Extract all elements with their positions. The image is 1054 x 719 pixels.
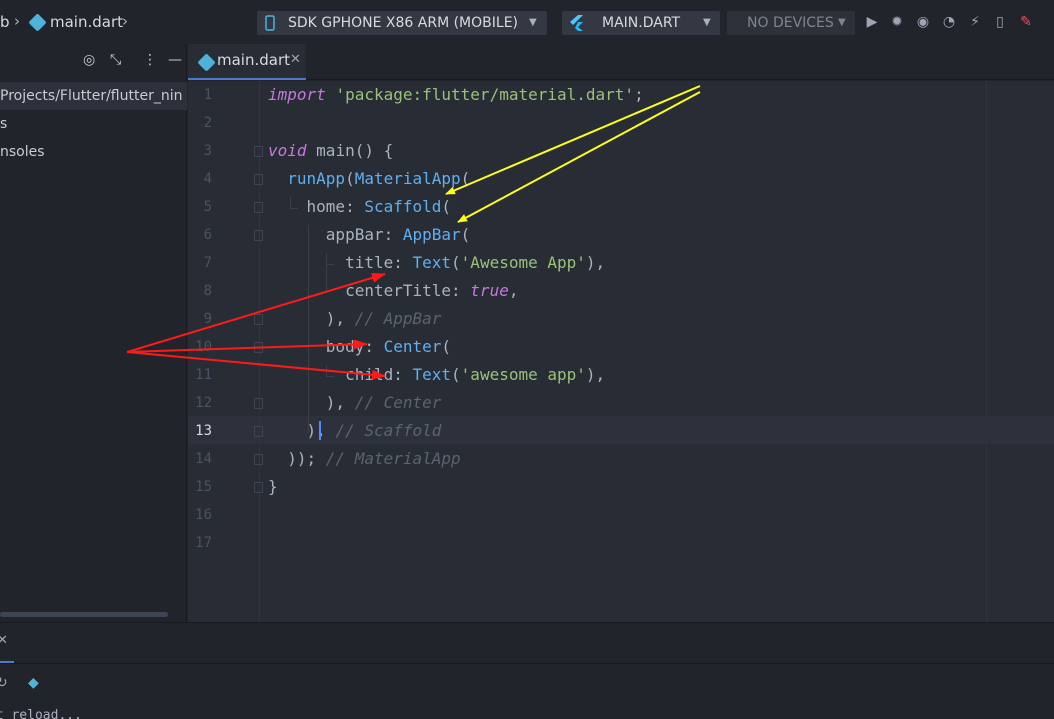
code-line-5: home: Scaffold( (306, 197, 452, 216)
rerun-icon[interactable]: ↻ (0, 675, 8, 691)
performance-icon[interactable]: ◔ (940, 13, 958, 31)
dart-file-icon (28, 13, 47, 32)
close-icon[interactable]: ✕ (290, 52, 301, 67)
devices-selector[interactable]: NO DEVICES ▼ (727, 11, 855, 35)
line-number: 12 (195, 395, 212, 411)
dart-devtools-icon[interactable]: ◆ (28, 675, 39, 691)
line-number: 17 (195, 535, 212, 551)
code-line-10: body: Center( (325, 337, 452, 356)
line-number: 9 (203, 311, 212, 327)
fold-marker-icon[interactable] (254, 454, 263, 465)
run-config-label: MAIN.DART (602, 15, 681, 31)
line-number: 11 (195, 367, 212, 383)
line-number: 8 (203, 283, 212, 299)
device-icon[interactable]: ▯ (991, 13, 1009, 31)
line-number: 5 (203, 199, 212, 215)
code-line-4: runApp(MaterialApp( (287, 169, 471, 188)
tree-item-label: nsoles (0, 144, 45, 160)
fold-marker-icon[interactable] (254, 482, 263, 493)
dart-file-icon (197, 53, 216, 72)
text-caret (319, 421, 321, 440)
minimize-icon[interactable]: — (168, 52, 182, 68)
project-panel-header: ◎ ⤡ ⋮ — (0, 44, 187, 80)
fold-marker-icon[interactable] (254, 342, 263, 353)
devices-label: NO DEVICES (747, 15, 834, 31)
run-panel-divider (0, 663, 1054, 664)
fold-marker-icon[interactable] (254, 398, 263, 409)
fold-marker-icon[interactable] (254, 314, 263, 325)
navigation-bar: b › main.dart › SDK GPHONE X86 ARM (MOBI… (0, 0, 1054, 44)
tree-item-project-path[interactable]: Projects/Flutter/flutter_nin (0, 82, 187, 110)
line-number: 4 (203, 171, 212, 187)
tree-item-libraries[interactable]: s (0, 110, 187, 138)
flutter-icon (570, 15, 583, 31)
code-line-15: } (268, 477, 278, 496)
editor-tab-bar: main.dart ✕ (188, 44, 1054, 80)
chevron-down-icon: ▼ (703, 17, 711, 28)
fold-marker-icon[interactable] (254, 146, 263, 157)
tree-item-label: s (0, 116, 8, 132)
code-line-11: child: Text('awesome app'), (345, 365, 606, 384)
line-number: 2 (203, 115, 212, 131)
line-number: 1 (203, 87, 212, 103)
code-line-14: )); // MaterialApp (287, 449, 461, 468)
run-panel: ✕ ↻ ◆ ot reload... (0, 622, 1054, 719)
close-icon[interactable]: ✕ (0, 633, 8, 648)
project-panel: ◎ ⤡ ⋮ — Projects/Flutter/flutter_nin s n… (0, 44, 187, 622)
line-number: 7 (203, 255, 212, 271)
fold-marker-icon[interactable] (254, 230, 263, 241)
code-line-13: ), // Scaffold (306, 421, 442, 440)
line-number: 3 (203, 143, 212, 159)
hot-reload-icon[interactable]: ⚡ (966, 13, 984, 31)
fold-marker-icon[interactable] (254, 426, 263, 437)
more-options-icon[interactable]: ⋮ (143, 52, 157, 68)
line-number: 10 (195, 339, 212, 355)
debug-icon[interactable]: ✹ (888, 13, 906, 31)
phone-icon (265, 15, 275, 31)
line-number: 15 (195, 479, 212, 495)
code-line-3: void main() { (268, 141, 394, 160)
line-number: 16 (195, 507, 212, 523)
profile-icon[interactable]: ◉ (914, 13, 932, 31)
chevron-down-icon: ▼ (838, 17, 846, 28)
fold-marker-icon[interactable] (254, 202, 263, 213)
breadcrumb-file[interactable]: main.dart (50, 13, 123, 31)
breadcrumb-separator-icon: › (122, 12, 128, 30)
chevron-down-icon: ▼ (529, 17, 537, 28)
line-number-current: 13 (195, 423, 212, 439)
line-number: 14 (195, 451, 212, 467)
device-selector[interactable]: SDK GPHONE X86 ARM (MOBILE) ▼ (257, 11, 547, 35)
run-tab[interactable]: ✕ (0, 623, 14, 663)
fold-marker-icon[interactable] (254, 174, 263, 185)
code-line-7: title: Text('Awesome App'), (345, 253, 606, 272)
console-output: ot reload... (0, 708, 82, 719)
code-line-6: appBar: AppBar( (325, 225, 471, 244)
breadcrumb-project[interactable]: b (0, 13, 10, 31)
run-config-selector[interactable]: MAIN.DART ▼ (562, 11, 720, 35)
breadcrumb-separator-icon: › (14, 12, 20, 30)
tree-item-label: Projects/Flutter/flutter_nin (0, 88, 183, 104)
run-icon[interactable]: ▶ (863, 13, 881, 31)
tab-label: main.dart (217, 51, 291, 69)
code-line-1: import 'package:flutter/material.dart'; (268, 85, 644, 104)
code-line-9: ), // AppBar (325, 309, 442, 328)
line-number: 6 (203, 227, 212, 243)
horizontal-scrollbar[interactable] (0, 612, 168, 617)
code-editor[interactable]: 1 2 3 4 5 6 7 8 9 10 11 12 13 14 15 16 1… (188, 81, 1054, 622)
collapse-all-icon[interactable]: ⤡ (110, 52, 121, 68)
locate-file-icon[interactable]: ◎ (83, 52, 95, 68)
device-selector-label: SDK GPHONE X86 ARM (MOBILE) (288, 15, 518, 31)
right-margin-guide (986, 81, 987, 622)
tab-main-dart[interactable]: main.dart ✕ (188, 44, 306, 80)
code-line-8: centerTitle: true, (345, 281, 519, 300)
tree-item-scratches-consoles[interactable]: nsoles (0, 138, 187, 166)
flutter-inspector-icon[interactable]: ✎ (1017, 13, 1035, 31)
code-line-12: ), // Center (325, 393, 442, 412)
